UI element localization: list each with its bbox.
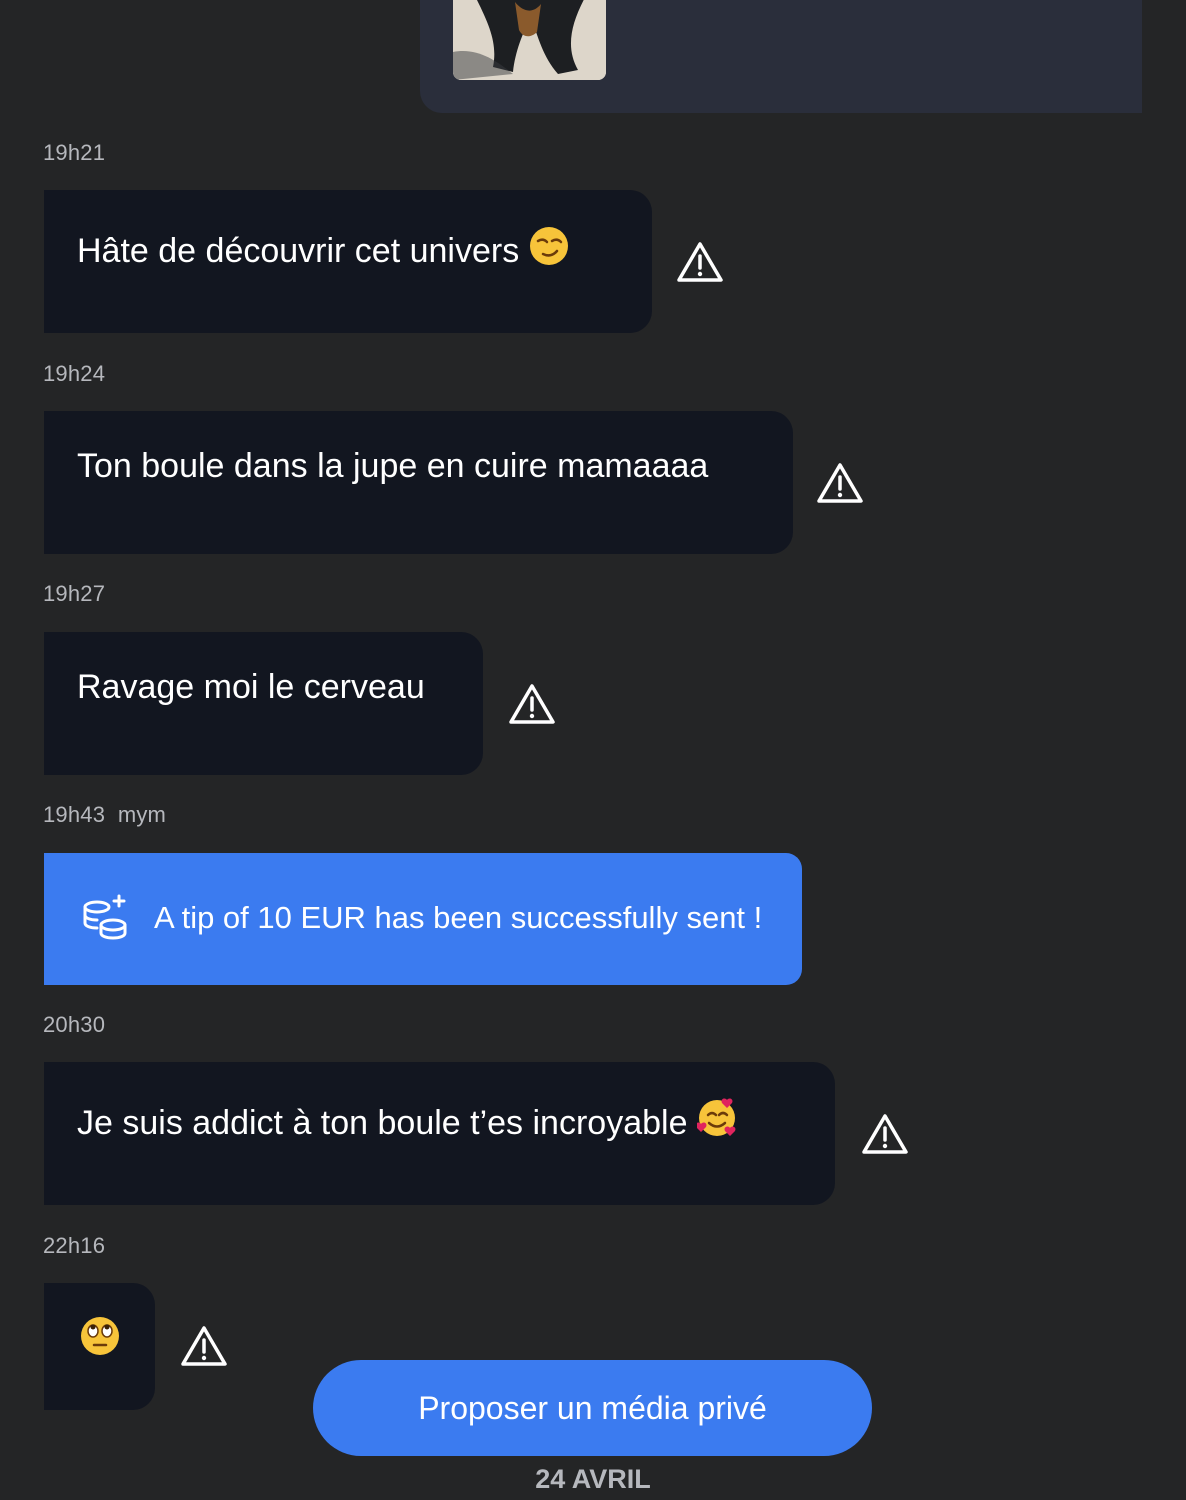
warning-triangle-icon[interactable] (816, 461, 864, 505)
smiling-face-with-hearts-icon (696, 1098, 737, 1138)
message-timestamp: 19h27 (43, 581, 106, 606)
message-text: Ravage moi le cerveau (77, 668, 425, 706)
tip-text: A tip of 10 EUR has been successfully se… (154, 900, 763, 935)
message-bubble[interactable]: Hâte de découvrir cet univers (44, 190, 652, 333)
message-timestamp: 19h21 (43, 140, 106, 165)
message-bubble[interactable]: Ton boule dans la jupe en cuire mamaaaa (44, 411, 793, 554)
tip-meta: 19h43 mym (43, 802, 166, 828)
message-bubble[interactable]: Ravage moi le cerveau (44, 632, 483, 775)
tip-notification: A tip of 10 EUR has been successfully se… (44, 853, 802, 985)
face-with-rolling-eyes-icon (80, 1316, 120, 1356)
sent-media-card (420, 0, 1142, 113)
message-text: Ton boule dans la jupe en cuire mamaaaa (77, 447, 709, 485)
tip-timestamp: 19h43 (43, 802, 106, 827)
message-text: Hâte de découvrir cet univers (77, 232, 520, 270)
message-timestamp: 19h24 (43, 361, 106, 386)
message-timestamp: 22h16 (43, 1233, 106, 1258)
tip-sender: mym (117, 802, 167, 827)
warning-triangle-icon[interactable] (676, 240, 724, 284)
message-bubble[interactable]: Je suis addict à ton boule t’es incroyab… (44, 1062, 835, 1205)
warning-triangle-icon[interactable] (180, 1324, 228, 1368)
message-text: Je suis addict à ton boule t’es incroyab… (77, 1104, 688, 1142)
propose-private-media-button[interactable]: Proposer un média privé (313, 1360, 872, 1456)
warning-triangle-icon[interactable] (861, 1112, 909, 1156)
media-thumbnail[interactable] (453, 0, 606, 80)
warning-triangle-icon[interactable] (508, 682, 556, 726)
message-bubble[interactable] (44, 1283, 155, 1410)
date-divider: 24 AVRIL (535, 1464, 651, 1494)
message-timestamp: 20h30 (43, 1012, 106, 1037)
smirking-face-icon (529, 226, 569, 266)
coins-plus-icon (83, 894, 127, 940)
